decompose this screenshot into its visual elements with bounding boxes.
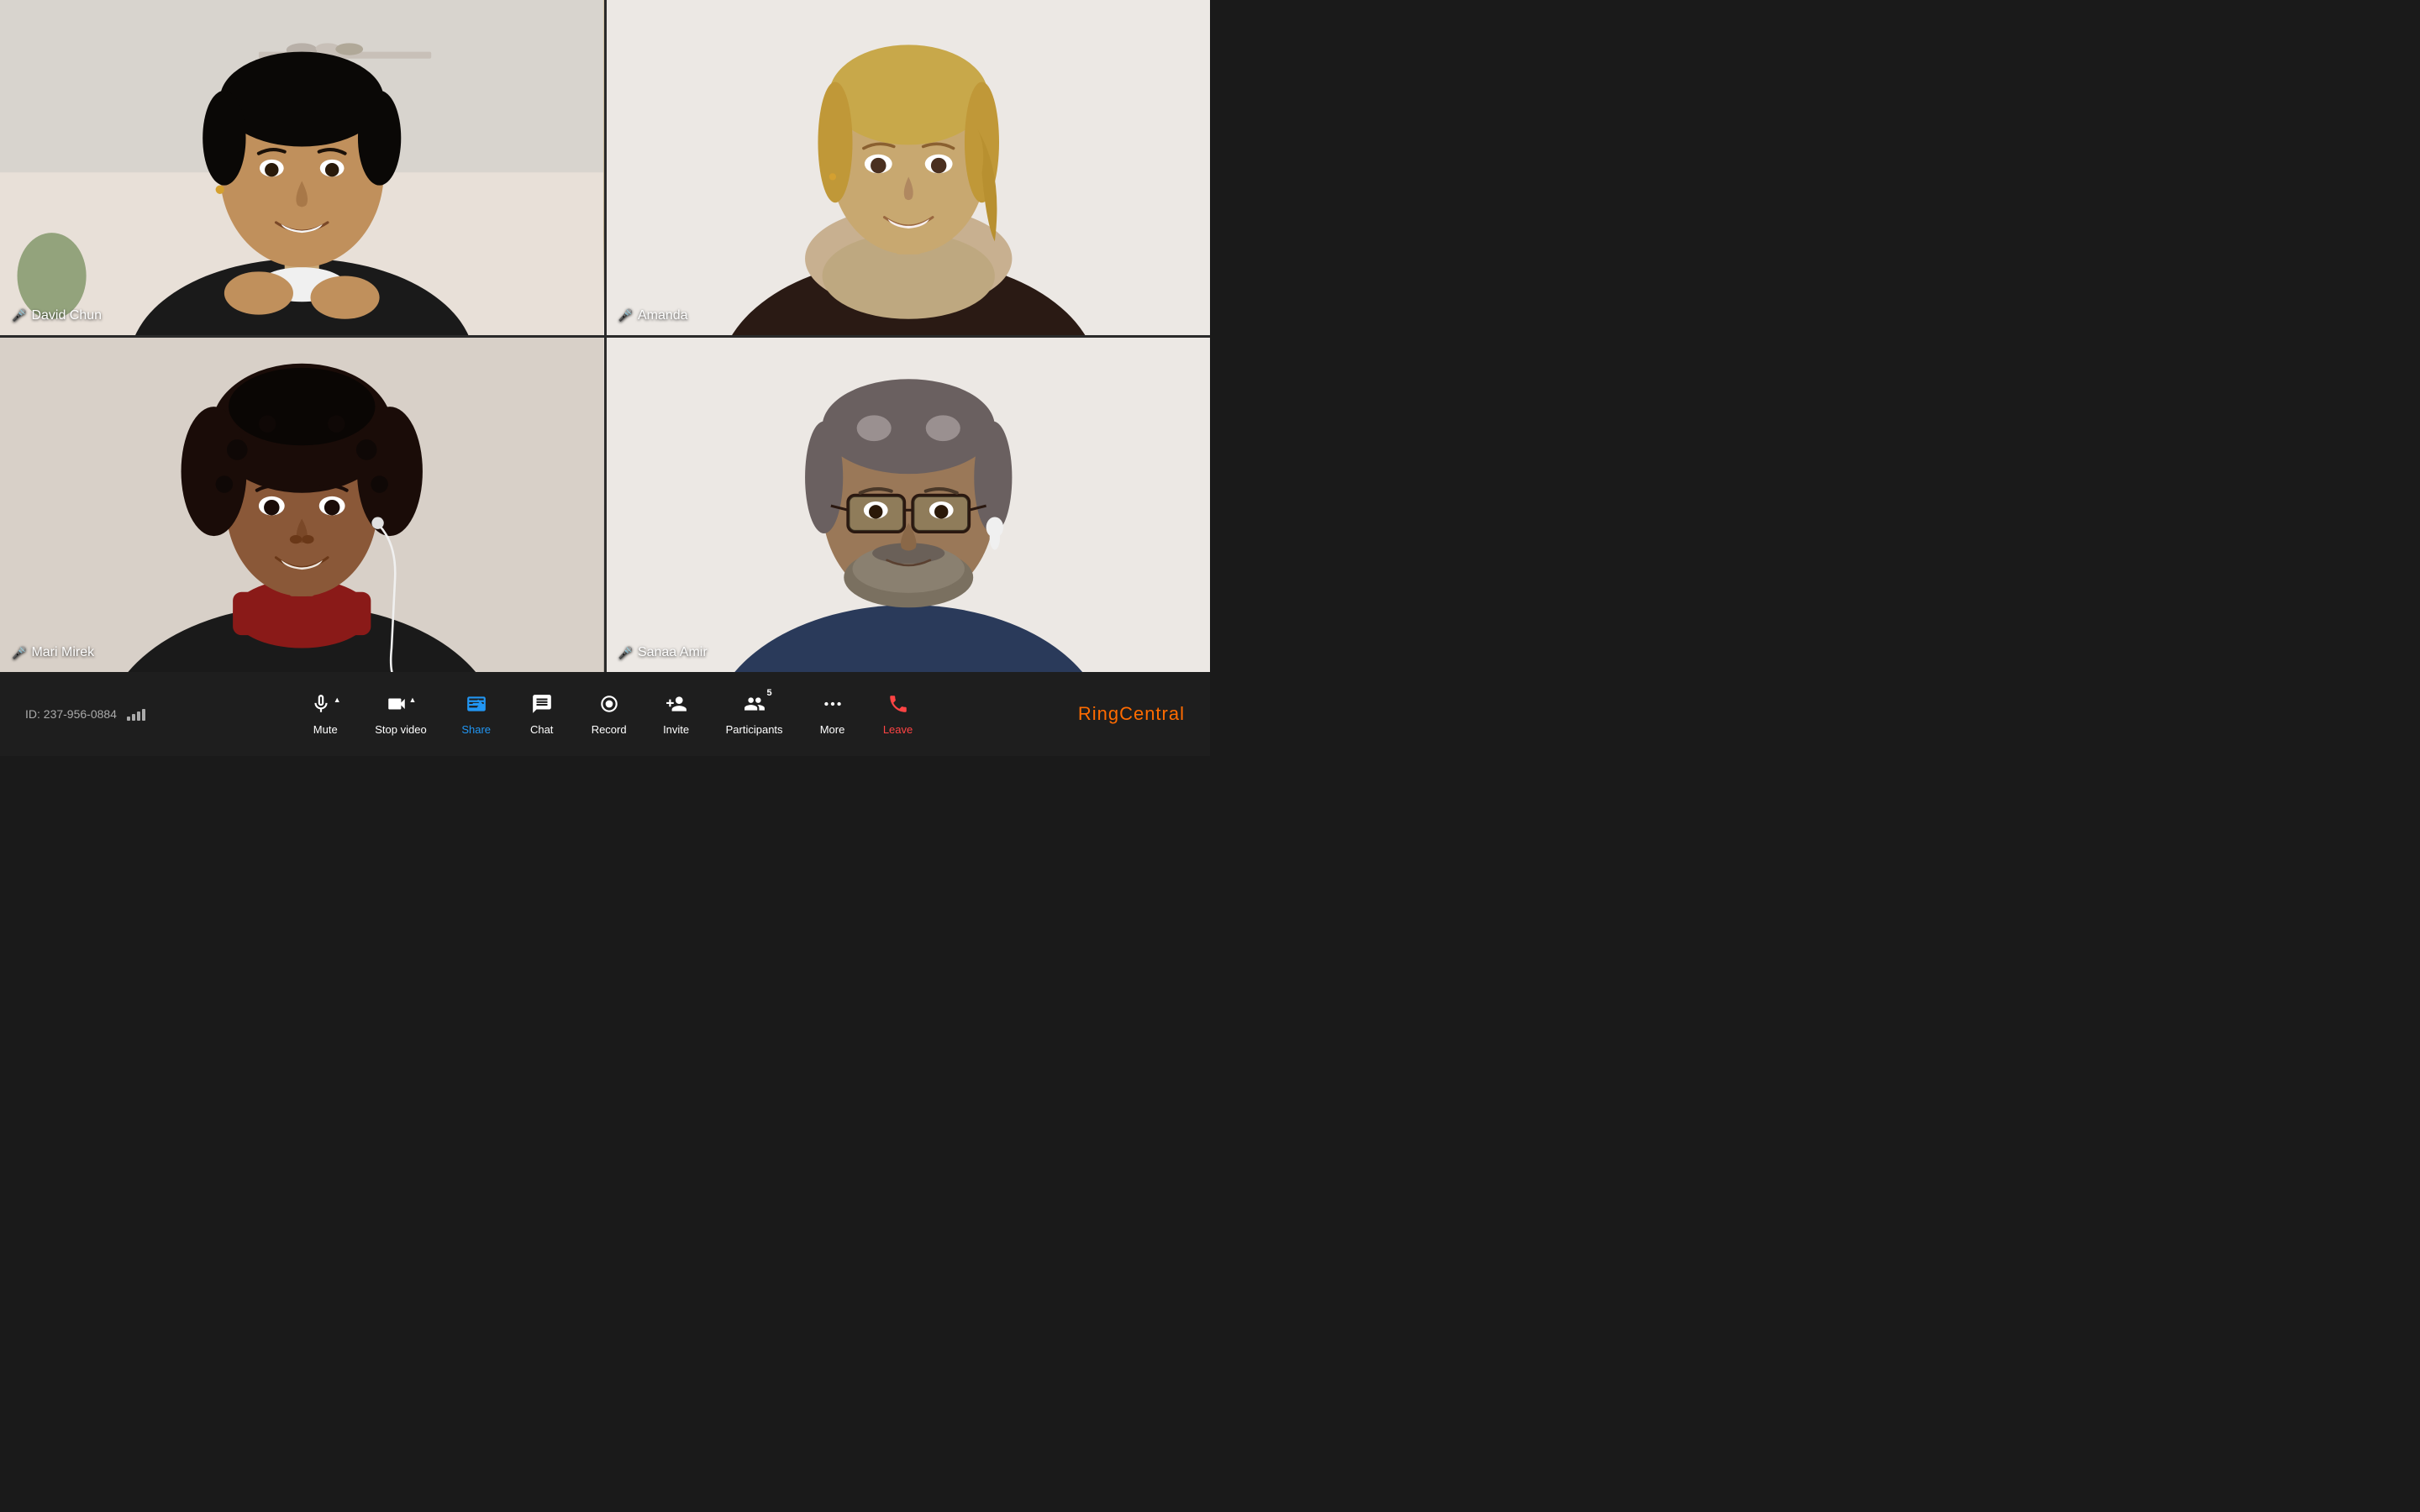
video-grid: 🎤 David Chun [0,0,1210,672]
signal-bar-1 [127,717,130,721]
brand-logo-area: RingCentral [1078,703,1185,725]
meeting-info: ID: 237-956-0884 [25,707,145,721]
toolbar-buttons: ▲ Mute ▲ Stop video [296,686,927,743]
video-cell-sanaa: 🎤 Sanaa Amir [607,338,1211,673]
mute-arrow: ▲ [334,696,341,704]
mic-icon-amanda: 🎤 [618,308,633,323]
share-label: Share [461,723,491,736]
stop-video-button[interactable]: ▲ Stop video [361,686,439,743]
share-button[interactable]: Share [447,686,506,743]
participant-name-amanda: 🎤 Amanda [618,308,688,323]
mic-icon-sanaa: 🎤 [618,646,633,660]
chat-label: Chat [530,723,553,736]
more-label: More [820,723,845,736]
record-label: Record [592,723,627,736]
meeting-id: ID: 237-956-0884 [25,707,117,721]
signal-strength [127,707,145,721]
mute-label: Mute [313,723,338,736]
participants-label: Participants [726,723,783,736]
mic-icon-mari: 🎤 [12,646,26,660]
more-button[interactable]: More [803,686,862,743]
stop-video-label: Stop video [375,723,426,736]
chat-icon [531,693,553,720]
participants-icon: 5 [744,693,765,720]
video-cell-david-chun: 🎤 David Chun [0,0,604,335]
share-icon [466,693,487,720]
video-cell-mari: 🎤 Mari Mirek [0,338,604,673]
toolbar: ID: 237-956-0884 ▲ Mute [0,672,1210,756]
record-icon [598,693,620,720]
leave-label: Leave [883,723,913,736]
video-cell-amanda: 🎤 Amanda [607,0,1211,335]
signal-bar-4 [142,709,145,721]
participant-name-david: 🎤 David Chun [12,308,102,323]
central-part: Central [1119,703,1185,724]
more-icon [822,693,844,720]
invite-icon [666,693,687,720]
signal-bar-2 [132,714,135,721]
participant-name-mari: 🎤 Mari Mirek [12,645,94,660]
ring-part: Ring [1078,703,1119,724]
invite-label: Invite [663,723,689,736]
signal-bar-3 [137,711,140,721]
stop-video-icon [386,693,408,720]
leave-button[interactable]: Leave [869,686,928,743]
participants-button[interactable]: 5 Participants [713,686,797,743]
leave-icon [887,693,909,720]
mute-button[interactable]: ▲ Mute [296,686,355,743]
chat-button[interactable]: Chat [513,686,571,743]
mic-icon-david: 🎤 [12,308,26,323]
invite-button[interactable]: Invite [647,686,706,743]
record-button[interactable]: Record [578,686,640,743]
stop-video-arrow: ▲ [409,696,417,704]
participants-count: 5 [766,688,771,698]
mute-icon [310,693,332,720]
brand-logo: RingCentral [1078,703,1185,725]
participant-name-sanaa: 🎤 Sanaa Amir [618,645,708,660]
